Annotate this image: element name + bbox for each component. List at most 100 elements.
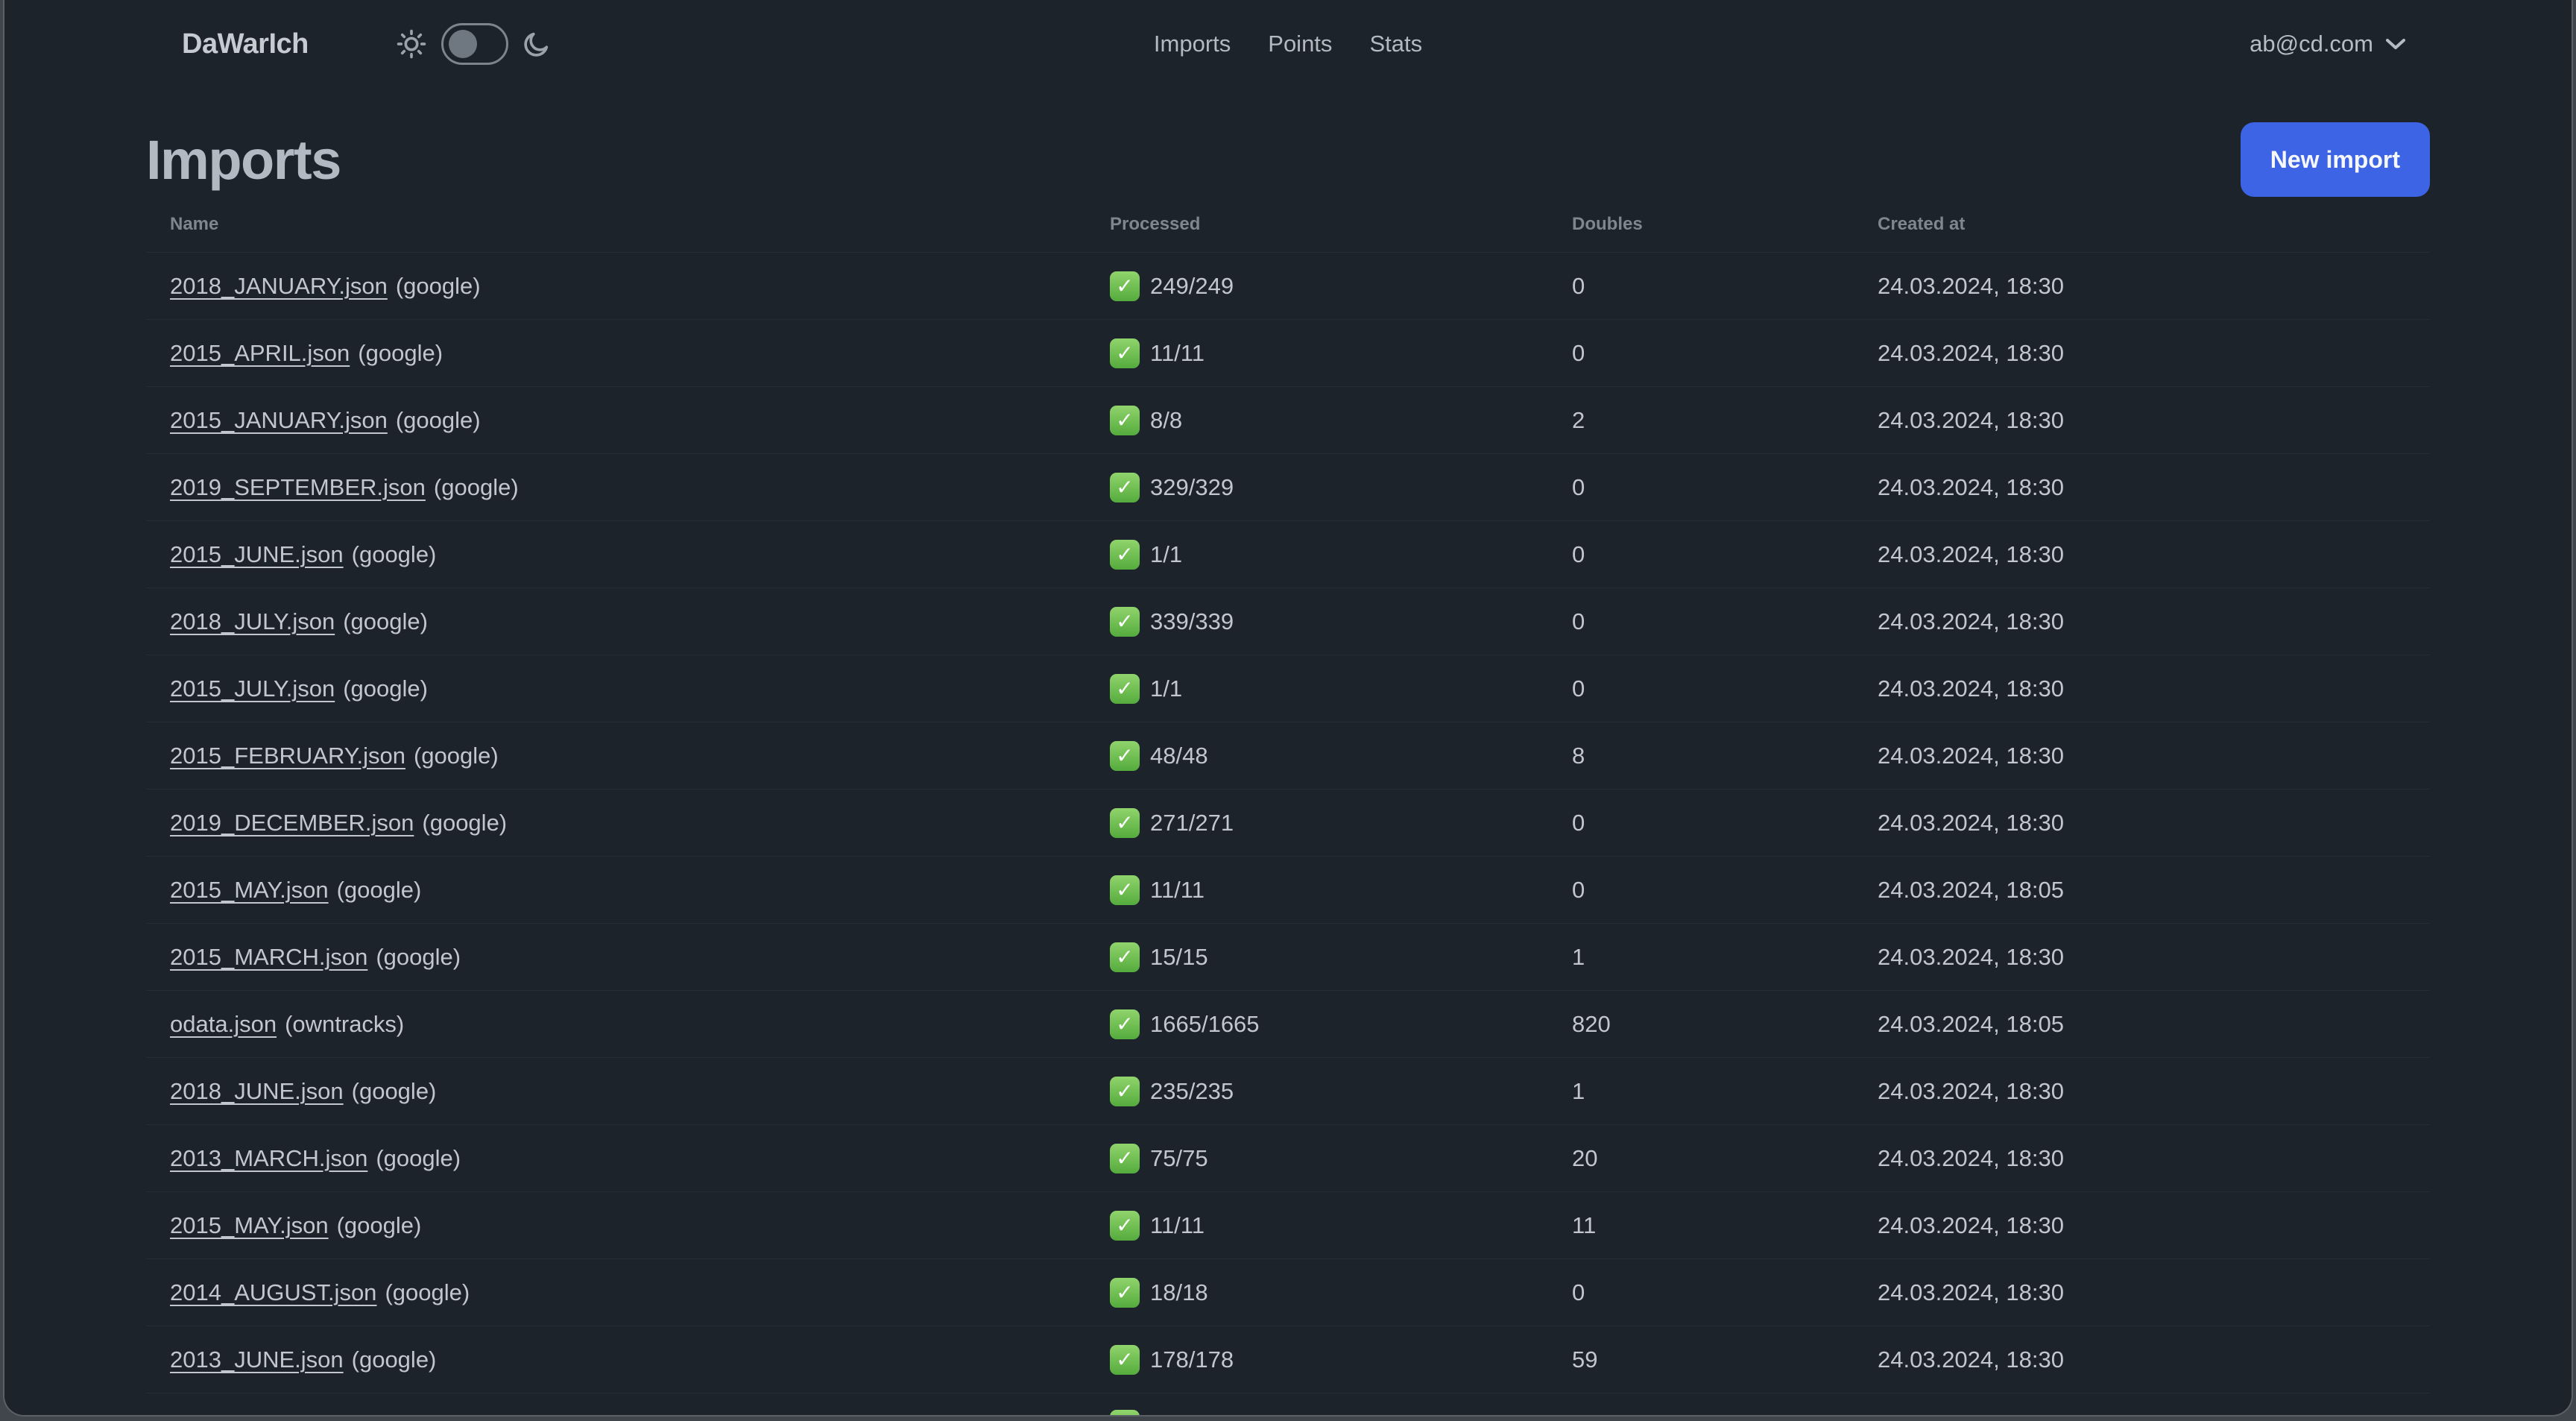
file-link[interactable]: 2019_DECEMBER.json [170, 810, 414, 836]
created-at: 24.03.2024, 18:30 [1878, 272, 2064, 299]
page-header: Imports New import [146, 122, 2430, 197]
processed-cell: ✓ 11/11 [1110, 1210, 1572, 1241]
table-row: 2013_JUNE.json (google) ✓ 178/178 59 24.0… [146, 1326, 2430, 1393]
file-source: (google) [343, 608, 428, 634]
processed-cell: ✓ 1/1 [1110, 673, 1572, 704]
table-row: 2014_AUGUST.json (google) ✓ 18/18 0 24.03… [146, 1258, 2430, 1326]
table-body: 2018_JANUARY.json (google) ✓ 249/249 0 24… [146, 252, 2430, 1415]
processed-count: 75/75 [1150, 1144, 1208, 1171]
name-cell: 2018_JULY.json (google) [146, 608, 1110, 635]
processed-cell: ✓ 11/11 [1110, 875, 1572, 905]
file-link[interactable]: 2015_MAY.json [170, 877, 329, 903]
file-link[interactable]: 2019_SEPTEMBER.json [170, 474, 426, 500]
processed-cell: ✓ 1665/1665 [1110, 1009, 1572, 1039]
file-link[interactable]: odata.json [170, 1011, 277, 1037]
processed-cell: ✓ 1/1 [1110, 539, 1572, 570]
created-at: 24.03.2024, 18:30 [1878, 675, 2064, 702]
doubles-count: 59 [1572, 1346, 1598, 1373]
file-link[interactable]: 2013_MARCH.json [170, 1145, 367, 1171]
main-content: Imports New import Name Processed Double… [146, 122, 2430, 1415]
name-cell: 2015_FEBRUARY.json (google) [146, 743, 1110, 769]
created-at: 24.03.2024, 18:30 [1878, 608, 2064, 634]
doubles-count: 11 [1572, 1212, 1597, 1238]
table-row: 2015_JANUARY.json (google) ✓ 8/8 2 24.03.… [146, 386, 2430, 453]
processed-count: 178/178 [1150, 1346, 1234, 1373]
created-at: 24.03.2024, 18:30 [1878, 1279, 2064, 1305]
app-window: DaWarIch Imports Points Stats ab@cd.com … [3, 0, 2573, 1417]
check-emoji-icon: ✓ [1110, 942, 1140, 972]
name-cell: 2018_JUNE.json (google) [146, 1078, 1110, 1105]
file-link[interactable]: 2018_JUNE.json [170, 1078, 344, 1104]
name-cell: 2019_SEPTEMBER.json (google) [146, 474, 1110, 501]
file-link[interactable]: 2018_JULY.json [170, 608, 335, 634]
table-row: 2018_JANUARY.json (google) ✓ 249/249 0 24… [146, 252, 2430, 319]
check-emoji-icon: ✓ [1110, 1344, 1140, 1375]
check-emoji-icon: ✓ [1110, 472, 1140, 502]
created-at: 24.03.2024, 18:30 [1878, 1212, 2064, 1238]
file-source: (google) [351, 1346, 437, 1373]
theme-toggle-switch[interactable] [441, 23, 508, 65]
processed-cell: ✓ 15/15 [1110, 942, 1572, 972]
file-link[interactable]: 2015_APRIL.json [170, 340, 350, 366]
created-at: 24.03.2024, 18:05 [1878, 1010, 2064, 1037]
file-link[interactable]: 2015_JULY.json [170, 675, 335, 702]
check-emoji-icon: ✓ [1110, 673, 1140, 704]
check-emoji-icon: ✓ [1110, 271, 1140, 301]
main-nav: Imports Points Stats [1154, 31, 1422, 57]
file-link[interactable]: 2015_MAY.json [170, 1212, 329, 1238]
doubles-count: 0 [1572, 339, 1585, 366]
nav-link-imports[interactable]: Imports [1154, 31, 1231, 57]
file-source: (google) [376, 943, 461, 970]
name-cell: 2015_MAY.json (google) [146, 877, 1110, 904]
file-link[interactable]: 2014_AUGUST.json [170, 1279, 376, 1305]
file-link[interactable]: 2015_JANUARY.json [170, 407, 388, 433]
processed-cell: ✓ 178/178 [1110, 1344, 1572, 1375]
check-emoji-icon: ✓ [1110, 338, 1140, 368]
app-logo[interactable]: DaWarIch [182, 28, 309, 60]
created-at: 24.03.2024, 18:30 [1878, 1144, 2064, 1171]
file-source: (google) [385, 1279, 470, 1305]
check-emoji-icon: ✓ [1110, 1009, 1140, 1039]
navbar: DaWarIch Imports Points Stats ab@cd.com [4, 0, 2572, 88]
file-source: (google) [395, 272, 481, 299]
file-source: (google) [336, 1212, 422, 1238]
column-header-name: Name [170, 214, 219, 234]
doubles-count: 20 [1572, 1144, 1598, 1171]
nav-link-points[interactable]: Points [1268, 31, 1332, 57]
file-source: (google) [395, 406, 481, 433]
processed-count: 11/11 [1150, 1212, 1205, 1238]
table-row: 2018_JUNE.json (google) ✓ 235/235 1 24.03… [146, 1057, 2430, 1124]
file-link[interactable]: 2015_MARCH.json [170, 944, 367, 970]
check-emoji-icon: ✓ [1110, 1143, 1140, 1173]
account-menu[interactable]: ab@cd.com [2250, 31, 2406, 57]
processed-cell: ✓ 271/271 [1110, 807, 1572, 838]
processed-cell: ✓ 48/48 [1110, 740, 1572, 771]
processed-cell: ✓ 329/329 [1110, 472, 1572, 502]
moon-icon [522, 29, 552, 59]
new-import-button[interactable]: New import [2240, 122, 2430, 197]
name-cell: 2018_JANUARY.json (google) [146, 273, 1110, 300]
table-row: 2013_MARCH.json (google) ✓ 75/75 20 24.03… [146, 1124, 2430, 1191]
check-emoji-icon: ✓ [1110, 539, 1140, 570]
name-cell: 2015_JANUARY.json (google) [146, 407, 1110, 434]
name-cell: 2015_MAY.json (google) [146, 1212, 1110, 1239]
processed-cell: ✓ 75/75 [1110, 1143, 1572, 1173]
processed-count: 1/1 [1150, 541, 1183, 567]
table-row: 2015_JUNE.json (google) ✓ 1/1 0 24.03.202… [146, 520, 2430, 587]
processed-count: 48/48 [1150, 742, 1208, 769]
name-cell: 2015_JULY.json (google) [146, 675, 1110, 702]
file-link[interactable]: 2015_FEBRUARY.json [170, 743, 405, 769]
processed-count: 1665/1665 [1150, 1010, 1260, 1037]
file-link[interactable]: 2015_JUNE.json [170, 541, 344, 567]
name-cell [146, 1393, 1110, 1415]
file-source: (google) [376, 1144, 461, 1171]
table-row: 2015_FEBRUARY.json (google) ✓ 48/48 8 24.… [146, 722, 2430, 789]
table-row: 2019_SEPTEMBER.json (google) ✓ 329/329 0 … [146, 453, 2430, 520]
nav-link-stats[interactable]: Stats [1369, 31, 1422, 57]
column-header-processed: Processed [1110, 214, 1201, 234]
file-link[interactable]: 2013_JUNE.json [170, 1346, 344, 1373]
file-source: (google) [358, 339, 443, 366]
processed-cell: ✓ [1110, 1393, 1572, 1415]
file-link[interactable]: 2018_JANUARY.json [170, 273, 388, 299]
processed-cell: ✓ 339/339 [1110, 606, 1572, 637]
